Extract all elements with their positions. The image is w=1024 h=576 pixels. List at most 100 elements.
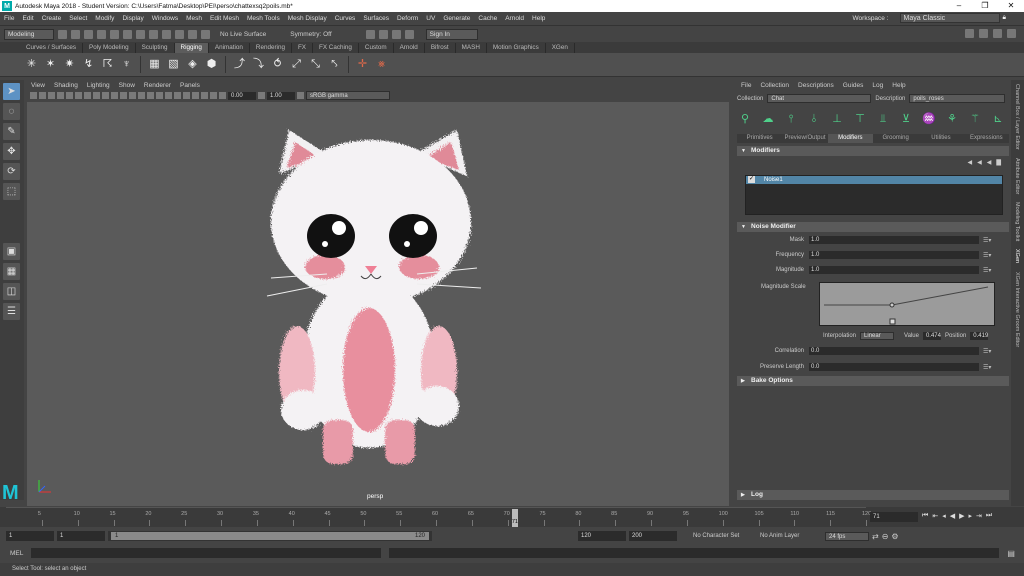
- exposure-field[interactable]: 0.00: [228, 91, 256, 100]
- go-to-start-icon[interactable]: ⏮: [922, 512, 928, 520]
- panel-menu-view[interactable]: View: [31, 82, 45, 89]
- anim-prefs-icon[interactable]: ⚙︎: [891, 532, 898, 541]
- menu-arnold[interactable]: Arnold: [505, 15, 524, 22]
- single-pane-icon[interactable]: ▣: [3, 243, 20, 260]
- save-scene-icon[interactable]: [84, 29, 93, 39]
- humanik-icon[interactable]: ☈: [100, 57, 115, 72]
- xray-joints-icon[interactable]: [210, 92, 217, 99]
- expression-menu-icon[interactable]: ☰▾: [983, 237, 991, 244]
- menu-display[interactable]: Display: [122, 15, 143, 22]
- expression-menu-icon[interactable]: ☰▾: [983, 267, 991, 274]
- four-pane-icon[interactable]: ▦: [3, 263, 20, 280]
- gamma-field[interactable]: 1.00: [267, 91, 295, 100]
- command-input[interactable]: [31, 548, 382, 558]
- sculpt-guide-icon[interactable]: ⫰: [807, 112, 821, 126]
- hypershade-icon[interactable]: [404, 29, 414, 39]
- menu-help[interactable]: Help: [532, 15, 545, 22]
- tab-modeling-toolkit[interactable]: Modeling Toolkit: [1014, 202, 1020, 241]
- delete-modifier-icon[interactable]: ◀: [987, 159, 992, 166]
- render-settings-icon[interactable]: [391, 29, 401, 39]
- lights-icon[interactable]: [138, 92, 145, 99]
- panel-menu-shading[interactable]: Shading: [54, 82, 78, 89]
- exposure-icon[interactable]: [219, 92, 226, 99]
- ipr-render-icon[interactable]: [378, 29, 388, 39]
- gamma-icon[interactable]: [258, 92, 265, 99]
- paint-select-icon[interactable]: ✎: [3, 123, 20, 140]
- modifier-item[interactable]: ✓ Noise1: [746, 176, 1002, 184]
- isolate-icon[interactable]: [192, 92, 199, 99]
- go-to-end-icon[interactable]: ⏭: [986, 512, 992, 520]
- shelf-tab-poly[interactable]: Poly Modeling: [83, 43, 136, 53]
- ao-icon[interactable]: [156, 92, 163, 99]
- modeling-toolkit-icon[interactable]: [965, 29, 974, 38]
- menu-mesh-tools[interactable]: Mesh Tools: [247, 15, 280, 22]
- step-back-key-icon[interactable]: ⇤: [932, 512, 938, 520]
- pole-vector-icon[interactable]: ⤣: [327, 57, 342, 72]
- anim-layer-select[interactable]: No Anim Layer: [760, 533, 822, 539]
- step-forward-frame-icon[interactable]: ▸: [968, 512, 972, 520]
- normalize-guide-icon[interactable]: ⊻: [899, 112, 913, 126]
- select-guide-icon[interactable]: ⊥: [830, 112, 844, 126]
- outliner-pane-icon[interactable]: ☰: [3, 303, 20, 320]
- shelf-tab-arnold[interactable]: Arnold: [394, 43, 425, 53]
- step-forward-key-icon[interactable]: ⇥: [976, 512, 982, 520]
- expression-menu-icon[interactable]: ☰▾: [983, 364, 991, 371]
- gate-mask-icon[interactable]: [84, 92, 91, 99]
- preserve-length-field[interactable]: 0.0: [809, 363, 979, 371]
- point-constraint-icon[interactable]: ⤴: [232, 57, 247, 72]
- current-frame-field[interactable]: 71: [870, 512, 918, 522]
- aim-constraint-icon[interactable]: ⤵: [251, 57, 266, 72]
- menu-mesh-display[interactable]: Mesh Display: [288, 15, 327, 22]
- scale-tool-icon[interactable]: ⬚: [3, 183, 20, 200]
- tab-xgen-groom[interactable]: XGen Interactive Groom Editor: [1014, 272, 1020, 347]
- mirror-joint-icon[interactable]: ↯: [81, 57, 96, 72]
- menu-modify[interactable]: Modify: [95, 15, 114, 22]
- xray-icon[interactable]: [201, 92, 208, 99]
- menu-uv[interactable]: UV: [426, 15, 435, 22]
- menu-surfaces[interactable]: Surfaces: [363, 15, 389, 22]
- shelf-tab-motion-graphics[interactable]: Motion Graphics: [487, 43, 546, 53]
- menu-deform[interactable]: Deform: [397, 15, 418, 22]
- snap-grid-icon[interactable]: [162, 29, 171, 39]
- menu-edit[interactable]: Edit: [22, 15, 33, 22]
- noise-modifier-section[interactable]: Noise Modifier: [737, 222, 1009, 232]
- undo-icon[interactable]: [97, 29, 106, 39]
- joint-tool-icon[interactable]: ✳: [24, 57, 39, 72]
- bake-options-section[interactable]: Bake Options: [737, 376, 1009, 386]
- modifiers-section[interactable]: Modifiers: [737, 146, 1009, 156]
- add-guide-icon[interactable]: ⫯: [784, 112, 798, 126]
- redo-icon[interactable]: [110, 29, 119, 39]
- color-space-select[interactable]: sRGB gamma: [306, 91, 390, 100]
- shelf-tab-mash[interactable]: MASH: [456, 43, 487, 53]
- bookmark-icon[interactable]: [39, 92, 46, 99]
- motion-blur-icon[interactable]: [165, 92, 172, 99]
- locator-icon[interactable]: ✛: [355, 57, 370, 72]
- magnitude-field[interactable]: 1.0: [809, 266, 979, 274]
- xgen-tab-grooming[interactable]: Grooming: [873, 134, 918, 143]
- shelf-tab-bifrost[interactable]: Bifrost: [425, 43, 456, 53]
- auto-update-icon[interactable]: ⚚: [968, 112, 982, 126]
- shelf-tab-fx[interactable]: FX: [292, 43, 313, 53]
- menu-set-dropdown[interactable]: Modeling: [4, 28, 54, 40]
- anim-start-field[interactable]: 1: [6, 531, 54, 541]
- xgen-menu-log[interactable]: Log: [872, 82, 883, 89]
- cluster-icon[interactable]: ⨳: [374, 57, 389, 72]
- frequency-field[interactable]: 1.0: [809, 251, 979, 259]
- play-forward-icon[interactable]: ▶: [959, 512, 964, 520]
- tab-channel-box[interactable]: Channel Box / Layer Editor: [1014, 84, 1020, 150]
- expression-menu-icon[interactable]: ☰▾: [983, 348, 991, 355]
- auto-key-icon[interactable]: ⊖: [882, 532, 889, 541]
- select-component-icon[interactable]: [149, 29, 158, 39]
- move-down-icon[interactable]: ◀: [977, 159, 982, 166]
- resolution-gate-icon[interactable]: [75, 92, 82, 99]
- panel-menu-show[interactable]: Show: [119, 82, 135, 89]
- symmetry-label[interactable]: Symmetry: Off: [290, 31, 331, 38]
- viewport-persp[interactable]: persp: [27, 102, 729, 506]
- create-description-icon[interactable]: ⚲: [738, 112, 752, 126]
- skeleton-icon[interactable]: ♆: [119, 57, 134, 72]
- field-chart-icon[interactable]: [93, 92, 100, 99]
- flip-guide-icon[interactable]: ⊾: [991, 112, 1005, 126]
- move-up-icon[interactable]: ◀: [968, 159, 973, 166]
- value-field[interactable]: 0.474: [922, 332, 941, 340]
- xgen-tab-expressions[interactable]: Expressions: [964, 134, 1009, 143]
